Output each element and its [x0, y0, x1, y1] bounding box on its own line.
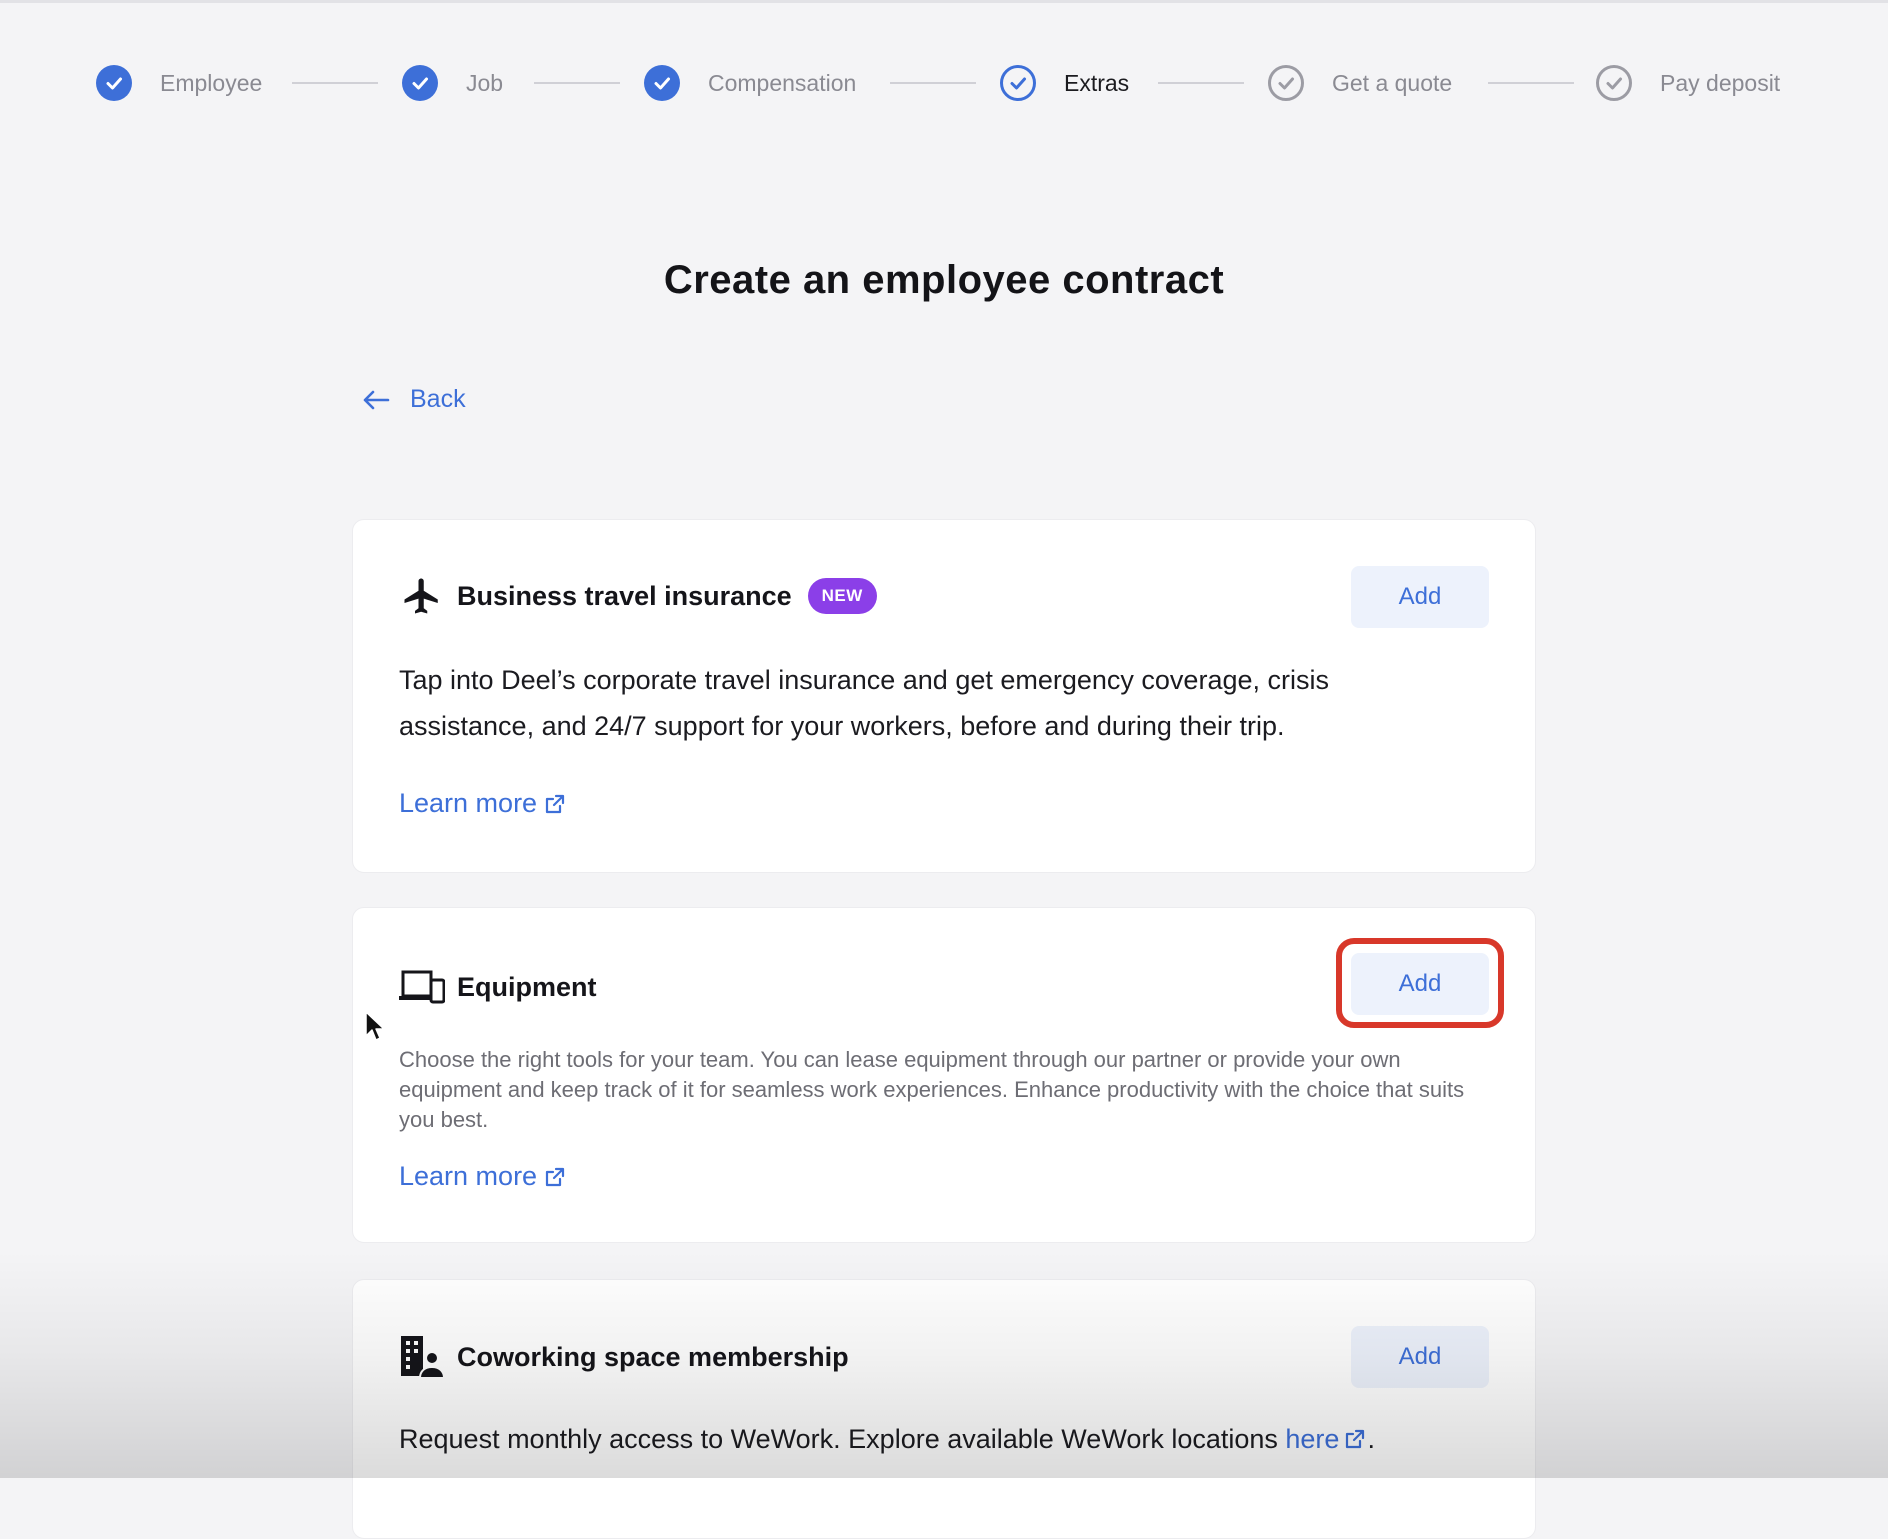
step-label: Compensation — [708, 69, 857, 96]
step-label: Get a quote — [1332, 69, 1453, 96]
external-link-icon — [545, 794, 565, 813]
check-circle-outline-icon — [1000, 65, 1036, 101]
check-circle-outline-icon — [1596, 65, 1632, 101]
description-text: Request monthly access to WeWork. Explor… — [399, 1424, 1286, 1454]
learn-more-link[interactable]: Learn more — [399, 1161, 567, 1192]
card-description: Request monthly access to WeWork. Explor… — [399, 1416, 1499, 1462]
step-label: Extras — [1064, 69, 1130, 96]
mouse-cursor-icon — [364, 1010, 386, 1047]
check-circle-icon — [96, 65, 132, 101]
add-coworking-button[interactable]: Add — [1351, 1326, 1489, 1388]
step-pay-deposit[interactable]: Pay deposit — [1596, 58, 1780, 108]
check-circle-outline-icon — [1268, 65, 1304, 101]
new-badge: NEW — [807, 578, 877, 614]
step-connector — [534, 82, 620, 84]
card-title: Equipment — [457, 971, 597, 1002]
check-circle-icon — [644, 65, 680, 101]
card-title: Business travel insurance — [457, 580, 792, 611]
back-label: Back — [410, 385, 466, 413]
card-header: Coworking space membership — [399, 1334, 849, 1380]
step-label: Employee — [160, 69, 263, 96]
step-connector — [292, 82, 378, 84]
step-connector — [890, 82, 976, 84]
office-building-person-icon — [399, 1334, 445, 1380]
external-link-icon — [545, 1167, 565, 1186]
step-connector — [1488, 82, 1574, 84]
learn-more-label: Learn more — [399, 1161, 538, 1191]
coworking-space-card: Coworking space membership Add Request m… — [352, 1279, 1536, 1539]
back-link[interactable]: Back — [362, 385, 466, 414]
description-end: . — [1367, 1424, 1375, 1454]
page-title: Create an employee contract — [663, 258, 1225, 302]
step-employee[interactable]: Employee — [96, 58, 262, 108]
add-equipment-button[interactable]: Add — [1351, 953, 1489, 1015]
learn-more-label: Learn more — [399, 788, 538, 818]
add-travel-insurance-button[interactable]: Add — [1351, 566, 1489, 628]
card-header: Business travel insurance NEW — [399, 573, 877, 619]
step-compensation[interactable]: Compensation — [644, 58, 856, 108]
card-title: Coworking space membership — [457, 1341, 849, 1372]
card-description: Tap into Deel’s corporate travel insuran… — [399, 665, 1329, 741]
devices-icon — [399, 964, 445, 1010]
step-get-a-quote[interactable]: Get a quote — [1268, 58, 1452, 108]
step-job[interactable]: Job — [402, 58, 503, 108]
card-description: Choose the right tools for your team. Yo… — [399, 1047, 1465, 1132]
external-link-icon — [1346, 1429, 1365, 1449]
learn-more-link[interactable]: Learn more — [399, 788, 567, 819]
step-label: Job — [466, 69, 504, 96]
step-extras[interactable]: Extras — [1000, 58, 1129, 108]
arrow-left-icon — [363, 390, 390, 409]
equipment-card: Equipment Add Choose the right tools for… — [352, 907, 1536, 1243]
progress-stepper: Employee Job Compensation Extras Get a q… — [96, 58, 1796, 108]
step-label: Pay deposit — [1660, 69, 1781, 96]
wework-locations-link[interactable]: here — [1285, 1424, 1367, 1454]
business-travel-insurance-card: Business travel insurance NEW Add Tap in… — [352, 519, 1536, 873]
check-circle-icon — [402, 65, 438, 101]
link-label: here — [1285, 1424, 1340, 1454]
top-border — [0, 0, 1888, 3]
card-header: Equipment — [399, 964, 597, 1010]
airplane-icon — [399, 573, 445, 619]
step-connector — [1158, 82, 1244, 84]
